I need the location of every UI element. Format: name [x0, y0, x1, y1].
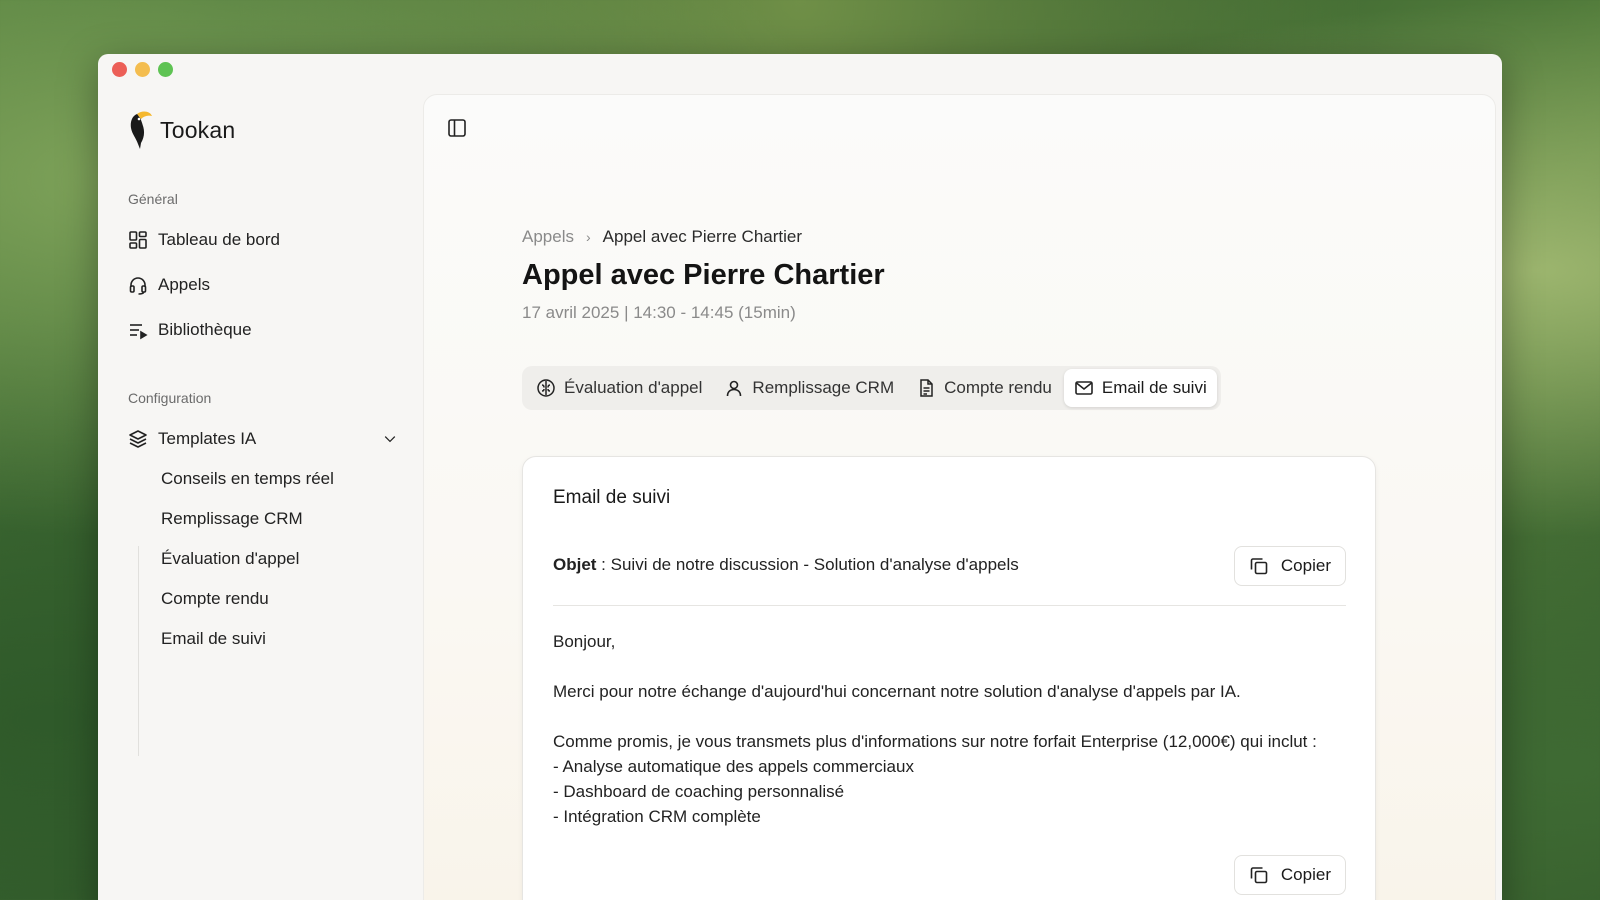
email-body-line: - Analyse automatique des appels commerc…	[553, 757, 914, 776]
copy-label: Copier	[1280, 865, 1331, 884]
copy-icon	[1250, 867, 1268, 884]
email-subject: Objet : Suivi de notre discussion - Solu…	[553, 555, 1019, 575]
layers-icon	[129, 430, 147, 448]
sidebar-toggle-icon[interactable]	[446, 117, 468, 139]
breadcrumb-separator: ›	[585, 229, 591, 245]
email-body-line: - Intégration CRM complète	[553, 807, 761, 826]
section-label-general: Général	[128, 191, 178, 207]
tab-label: Évaluation d'appel	[564, 378, 703, 397]
sidebar-subitem-followup-email[interactable]: Email de suivi	[161, 629, 266, 649]
sidebar-subitem-realtime-tips[interactable]: Conseils en temps réel	[161, 469, 334, 489]
sidebar: Tookan Général Tableau de bord Appels Bi…	[98, 84, 418, 900]
copy-body-button[interactable]: Copier	[1233, 855, 1346, 895]
email-body-line: Merci pour notre échange d'aujourd'hui c…	[553, 682, 1241, 701]
sidebar-subitem-summary[interactable]: Compte rendu	[161, 589, 269, 609]
tab-label: Remplissage CRM	[752, 378, 895, 397]
subject-label: Objet	[553, 555, 597, 574]
call-datetime: 17 avril 2025 | 14:30 - 14:45 (15min)	[522, 303, 796, 322]
tab-bar: Évaluation d'appel Remplissage CRM Compt…	[522, 366, 1221, 410]
email-body: Bonjour, Merci pour notre échange d'aujo…	[553, 629, 1353, 829]
dashboard-icon	[129, 231, 147, 249]
headset-icon	[129, 277, 147, 295]
close-window-button[interactable]	[112, 61, 127, 77]
email-body-line	[553, 654, 1353, 679]
section-label-configuration: Configuration	[128, 390, 212, 406]
sidebar-item-label: Templates IA	[158, 429, 257, 448]
tab-call-evaluation[interactable]: Évaluation d'appel	[526, 369, 712, 407]
email-body-line: Bonjour,	[553, 632, 616, 651]
playlist-icon	[130, 324, 148, 340]
submenu-guide-line	[138, 546, 139, 756]
toucan-logo-icon	[130, 111, 152, 149]
sidebar-subitem-call-evaluation[interactable]: Évaluation d'appel	[161, 549, 299, 569]
subject-text: Suivi de notre discussion - Solution d'a…	[610, 555, 1019, 574]
brain-icon	[537, 379, 555, 397]
tab-summary[interactable]: Compte rendu	[906, 369, 1062, 407]
sidebar-subitem-crm-fill[interactable]: Remplissage CRM	[161, 509, 303, 529]
title-bar	[98, 54, 1502, 84]
tab-label: Email de suivi	[1101, 378, 1207, 397]
breadcrumb-current: Appel avec Pierre Chartier	[602, 227, 803, 246]
tab-label: Compte rendu	[944, 378, 1052, 397]
card-title: Email de suivi	[553, 487, 671, 508]
sidebar-item-dashboard[interactable]: Tableau de bord	[128, 226, 398, 254]
sidebar-item-calls[interactable]: Appels	[128, 271, 398, 299]
divider	[553, 605, 1346, 606]
tab-crm-fill[interactable]: Remplissage CRM	[714, 369, 904, 407]
minimize-window-button[interactable]	[135, 61, 150, 77]
copy-subject-button[interactable]: Copier	[1233, 546, 1346, 586]
logo[interactable]: Tookan	[128, 110, 235, 150]
user-icon	[727, 380, 742, 397]
email-body-line	[553, 704, 1353, 729]
sidebar-item-ai-templates[interactable]: Templates IA	[128, 425, 398, 453]
email-card: Email de suivi Objet : Suivi de notre di…	[522, 456, 1376, 900]
copy-label: Copier	[1280, 556, 1331, 575]
breadcrumb-link-calls[interactable]: Appels	[522, 227, 574, 247]
app-name: Tookan	[160, 116, 236, 143]
copy-icon	[1250, 558, 1268, 575]
mail-icon	[1075, 381, 1093, 395]
sidebar-item-label: Tableau de bord	[158, 230, 280, 249]
sidebar-item-library[interactable]: Bibliothèque	[128, 316, 398, 344]
subject-separator: :	[596, 555, 611, 574]
page-title: Appel avec Pierre Chartier	[522, 259, 885, 291]
maximize-window-button[interactable]	[158, 61, 173, 77]
email-body-line: Comme promis, je vous transmets plus d'i…	[553, 732, 1317, 751]
chevron-down-icon[interactable]	[382, 431, 398, 447]
sidebar-item-label: Bibliothèque	[158, 320, 252, 339]
main-content: Appels › Appel avec Pierre Chartier Appe…	[423, 94, 1496, 900]
tab-followup-email[interactable]: Email de suivi	[1063, 369, 1217, 407]
sidebar-item-label: Appels	[158, 275, 210, 294]
breadcrumb: Appels › Appel avec Pierre Chartier	[522, 227, 802, 247]
email-body-line: - Dashboard de coaching personnalisé	[553, 782, 845, 801]
document-icon	[920, 379, 933, 397]
app-window: Tookan Général Tableau de bord Appels Bi…	[98, 54, 1502, 900]
